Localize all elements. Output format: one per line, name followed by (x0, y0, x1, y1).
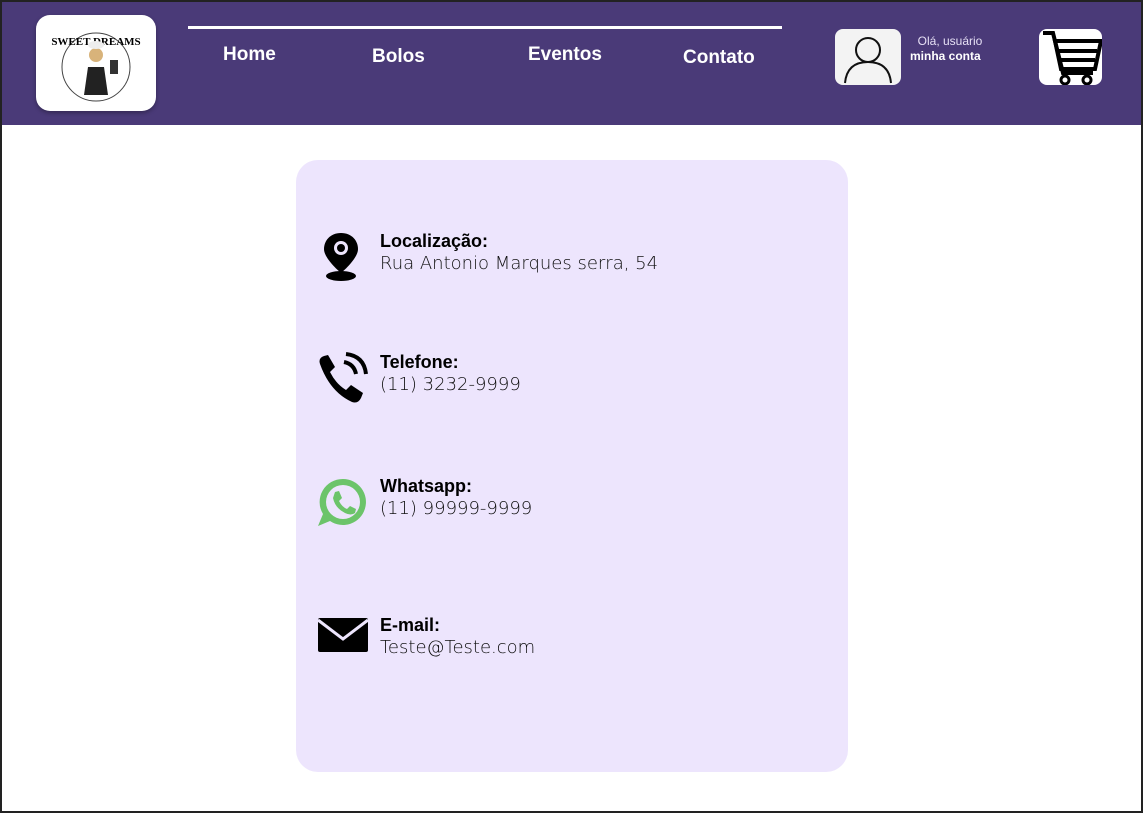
account-button[interactable] (835, 29, 901, 85)
mail-icon (317, 618, 369, 652)
location-label: Localização: (380, 231, 489, 251)
nav-bolos[interactable]: Bolos (372, 46, 425, 68)
header: SWEET DREAMS Home Bolos Eventos Contato … (2, 2, 1141, 125)
contact-card: Localização: Rua Antonio Marques serra, … (296, 160, 848, 772)
nav-eventos[interactable]: Eventos (528, 44, 602, 66)
location-pin-icon (324, 233, 358, 281)
cart-icon (1043, 31, 1102, 85)
phone-value: (11) 3232-9999 (380, 374, 521, 395)
account-greeting: Olá, usuário (917, 34, 983, 48)
user-icon (844, 37, 892, 84)
whatsapp-value: (11) 99999-9999 (380, 498, 533, 519)
location-value: Rua Antonio Marques serra, 54 (380, 253, 659, 274)
email-label: E-mail: (380, 615, 441, 635)
nav-home[interactable]: Home (223, 44, 276, 66)
nav-divider (188, 26, 782, 29)
phone-label: Telefone: (380, 352, 459, 372)
whatsapp-label: Whatsapp: (380, 476, 472, 496)
email-value[interactable]: Teste@Teste.com (380, 637, 535, 658)
nav-contato[interactable]: Contato (683, 47, 755, 69)
phone-icon (319, 352, 368, 403)
logo-image: SWEET DREAMS (51, 32, 141, 102)
whatsapp-icon (318, 478, 366, 526)
cart-button[interactable] (1039, 29, 1102, 85)
logo[interactable]: SWEET DREAMS (36, 15, 156, 111)
my-account-link[interactable]: minha conta (910, 49, 981, 63)
